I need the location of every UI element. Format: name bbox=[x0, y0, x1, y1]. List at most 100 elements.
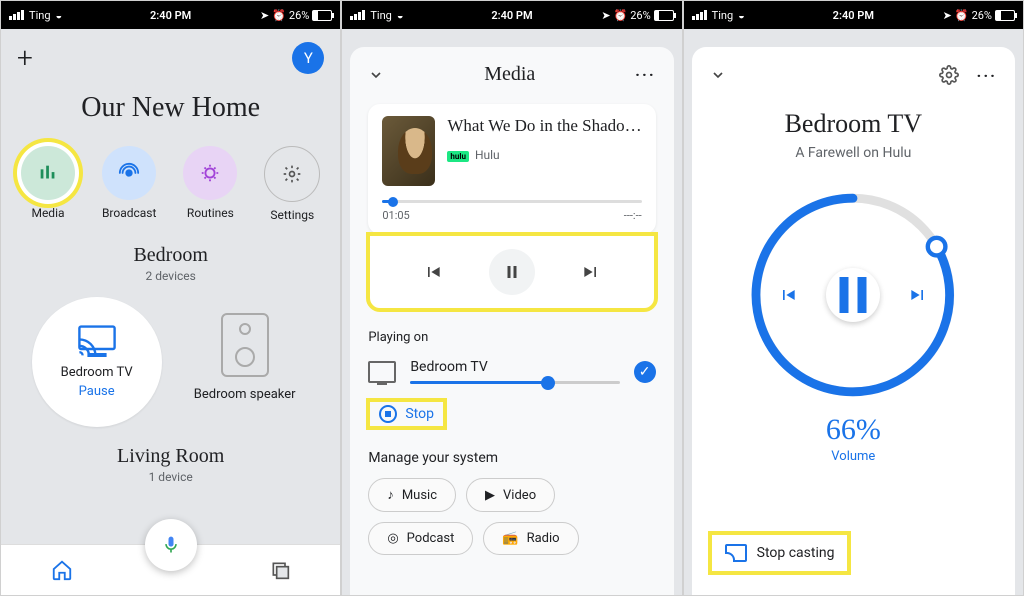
volume-dial[interactable] bbox=[743, 185, 963, 405]
device-bedroom-tv[interactable]: Bedroom TV Pause bbox=[32, 297, 162, 427]
more-button[interactable]: ··· bbox=[977, 66, 997, 85]
playback-controls bbox=[368, 234, 655, 310]
settings-icon bbox=[264, 146, 320, 202]
manage-title: Manage your system bbox=[368, 450, 655, 466]
home-tab[interactable] bbox=[51, 559, 73, 581]
carrier: Ting bbox=[370, 9, 392, 22]
wifi-icon: ◒ bbox=[738, 9, 745, 22]
home-title: Our New Home bbox=[17, 92, 324, 124]
previous-button[interactable] bbox=[778, 285, 798, 305]
chip-music-label: Music bbox=[402, 488, 437, 503]
device-speaker-label: Bedroom speaker bbox=[194, 387, 296, 402]
carrier: Ting bbox=[29, 9, 51, 22]
sheet-title: Media bbox=[484, 63, 535, 86]
routines-action[interactable]: Routines bbox=[183, 146, 237, 222]
routines-icon bbox=[183, 146, 237, 200]
hulu-badge-icon: hulu bbox=[447, 151, 469, 162]
speaker-icon bbox=[221, 313, 269, 377]
location-icon: ➤ bbox=[260, 9, 269, 22]
wifi-icon: ◒ bbox=[397, 9, 404, 22]
pause-button[interactable] bbox=[489, 249, 535, 295]
location-icon: ➤ bbox=[601, 9, 610, 22]
battery-icon bbox=[312, 10, 332, 21]
cast-tv-icon bbox=[77, 325, 117, 357]
volume-label: Volume bbox=[710, 449, 997, 464]
alarm-icon: ⏰ bbox=[614, 9, 628, 22]
radio-icon: 📻 bbox=[502, 531, 518, 546]
settings-action[interactable]: Settings bbox=[264, 146, 320, 222]
chip-podcast[interactable]: ◎ Podcast bbox=[368, 522, 473, 555]
previous-button[interactable] bbox=[421, 260, 445, 284]
media-action[interactable]: Media bbox=[21, 146, 75, 222]
battery-pct: 26% bbox=[289, 9, 309, 22]
account-avatar[interactable]: Y bbox=[292, 42, 324, 74]
alarm-icon: ⏰ bbox=[272, 9, 286, 22]
broadcast-label: Broadcast bbox=[102, 206, 157, 220]
room-living-sub: 1 device bbox=[17, 470, 324, 484]
now-playing-service: Hulu bbox=[475, 148, 500, 162]
media-label: Media bbox=[31, 206, 64, 220]
stop-icon bbox=[379, 405, 397, 423]
wifi-icon: ◒ bbox=[56, 9, 63, 22]
media-icon bbox=[21, 146, 75, 200]
routines-label: Routines bbox=[187, 206, 234, 220]
remote-subtitle: A Farewell on Hulu bbox=[710, 145, 997, 161]
room-living-title: Living Room bbox=[17, 445, 324, 468]
clock: 2:40 PM bbox=[833, 9, 874, 22]
broadcast-action[interactable]: Broadcast bbox=[102, 146, 157, 222]
next-button[interactable] bbox=[908, 285, 928, 305]
carrier: Ting bbox=[712, 9, 734, 22]
volume-percent: 66% bbox=[710, 413, 997, 447]
playing-on-device: Bedroom TV bbox=[410, 359, 619, 375]
progress-slider[interactable]: 01:05 ---:-- bbox=[382, 200, 641, 222]
activity-tab[interactable] bbox=[270, 560, 290, 580]
room-bedroom-sub: 2 devices bbox=[17, 269, 324, 283]
now-playing-title: What We Do in the Shado… bbox=[447, 116, 641, 136]
cast-icon bbox=[725, 544, 747, 562]
next-button[interactable] bbox=[579, 260, 603, 284]
podcast-icon: ◎ bbox=[387, 531, 398, 546]
stop-button[interactable]: Stop bbox=[368, 400, 445, 428]
alarm-icon: ⏰ bbox=[955, 9, 969, 22]
clock: 2:40 PM bbox=[491, 9, 532, 22]
volume-slider[interactable] bbox=[410, 381, 619, 384]
more-button[interactable]: ··· bbox=[635, 65, 655, 84]
battery-icon bbox=[654, 10, 674, 21]
collapse-button[interactable] bbox=[368, 67, 384, 83]
time-total: ---:-- bbox=[624, 209, 642, 222]
chip-podcast-label: Podcast bbox=[407, 531, 455, 546]
now-playing-thumbnail bbox=[382, 116, 435, 186]
chip-radio[interactable]: 📻 Radio bbox=[483, 522, 578, 555]
collapse-button[interactable] bbox=[710, 67, 726, 83]
device-bedroom-speaker[interactable]: Bedroom speaker bbox=[180, 297, 310, 417]
add-button[interactable]: + bbox=[17, 41, 33, 74]
settings-button[interactable] bbox=[939, 65, 959, 85]
music-note-icon: ♪ bbox=[387, 487, 394, 503]
tv-icon bbox=[368, 361, 396, 383]
stop-casting-label: Stop casting bbox=[757, 545, 835, 561]
broadcast-icon bbox=[102, 146, 156, 200]
status-bar: Ting ◒ 2:40 PM ➤ ⏰ 26% bbox=[1, 1, 340, 29]
chip-video[interactable]: ▶Video bbox=[466, 478, 555, 512]
playing-on-label: Playing on bbox=[368, 330, 655, 345]
status-bar: Ting ◒ 2:40 PM ➤ ⏰ 26% bbox=[342, 1, 681, 29]
device-tv-action[interactable]: Pause bbox=[79, 384, 115, 399]
battery-pct: 26% bbox=[630, 9, 650, 22]
assistant-mic-button[interactable] bbox=[145, 519, 197, 571]
room-bedroom-title: Bedroom bbox=[17, 244, 324, 267]
battery-icon bbox=[995, 10, 1015, 21]
settings-label: Settings bbox=[270, 208, 314, 222]
remote-device-title: Bedroom TV bbox=[710, 109, 997, 139]
battery-pct: 26% bbox=[972, 9, 992, 22]
signal-icon bbox=[692, 10, 707, 20]
chip-music[interactable]: ♪ Music bbox=[368, 478, 456, 512]
status-bar: Ting ◒ 2:40 PM ➤ ⏰ 26% bbox=[684, 1, 1023, 29]
device-tv-label: Bedroom TV bbox=[61, 365, 133, 380]
device-selected-check-icon[interactable]: ✓ bbox=[634, 361, 656, 383]
chip-radio-label: Radio bbox=[527, 531, 560, 546]
stop-label: Stop bbox=[405, 406, 434, 422]
stop-casting-button[interactable]: Stop casting bbox=[710, 533, 850, 573]
location-icon: ➤ bbox=[943, 9, 952, 22]
play-icon: ▶ bbox=[485, 488, 495, 503]
pause-button[interactable] bbox=[826, 268, 880, 322]
